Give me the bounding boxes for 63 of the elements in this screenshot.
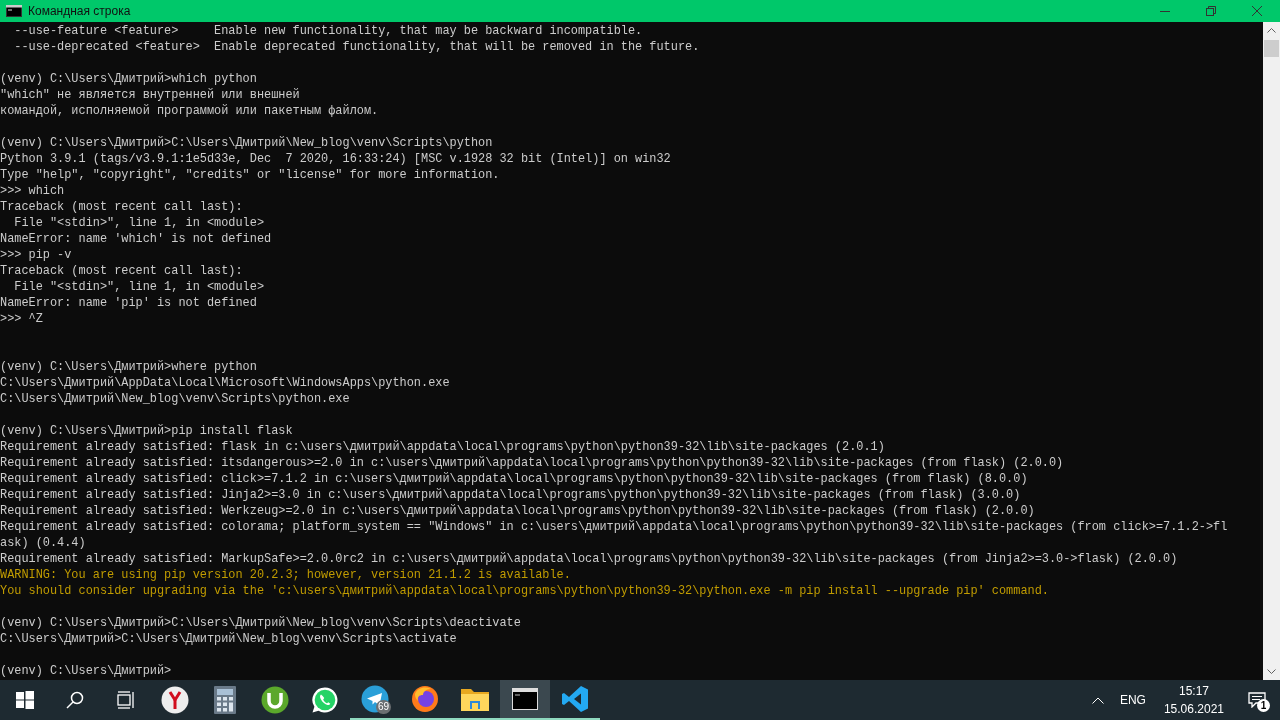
console-line: (venv) C:\Users\Дмитрий>C:\Users\Дмитрий\New_blog\venv\Scripts\python <box>0 135 493 151</box>
console-line: >>> ^Z <box>0 311 43 327</box>
console-line: Requirement already satisfied: click>=7.1.2 in c:\users\дмитрий\appdata\local\programs\python\python39-32\lib\site-packages (from flask) (8.0.0) <box>0 471 1028 487</box>
chevron-up-icon <box>1091 696 1104 704</box>
console-line: C:\Users\Дмитрий\AppData\Local\Microsoft\WindowsApps\python.exe <box>0 375 450 391</box>
folder-icon <box>461 687 489 711</box>
console-line: NameError: name 'pip' is not defined <box>0 295 257 311</box>
console-line: Requirement already satisfied: itsdangerous>=2.0 in c:\users\дмитрий\appdata\local\programs\python\python39-32\lib\site-packages (from flask) (2.0.0) <box>0 455 1064 471</box>
terminal-icon <box>512 688 538 710</box>
console-line: File "<stdin>", line 1, in <module> <box>13 215 264 231</box>
console-line: Requirement already satisfied: Jinja2>=3.0 in c:\users\дмитрий\appdata\local\programs\python\python39-32\lib\site-packages (from flask) (3.0.0) <box>0 487 1021 503</box>
console-line: --use-feature <feature> Enable new functionality, that may be backward incompatible. <box>13 23 643 39</box>
console-line: >>> which <box>0 183 65 199</box>
console-line: C:\Users\Дмитрий\New_blog\venv\Scripts\python.exe <box>0 391 350 407</box>
console-line: Requirement already satisfied: MarkupSafe>=2.0.0rc2 in c:\users\дмитрий\appdata\local\programs\python\python39-32\lib\site-packages (from Jinja2>=3.0->flask) (2.0.0) <box>0 551 1178 567</box>
minimize-icon <box>1160 10 1170 12</box>
console-line: Traceback (most recent call last): <box>0 263 243 279</box>
console-line: ask) (0.4.4) <box>0 535 86 551</box>
telegram-button[interactable]: 69 <box>350 680 400 720</box>
console-line: Type "help", "copyright", "credits" or "license" for more information. <box>0 167 500 183</box>
scrollbar-thumb[interactable] <box>1264 40 1279 57</box>
restore-icon <box>1206 6 1216 16</box>
console-line: Requirement already satisfied: flask in c:\users\дмитрий\appdata\local\programs\python\python39-32\lib\site-packages (2.0.1) <box>0 439 885 455</box>
language-indicator[interactable]: ENG <box>1111 680 1154 720</box>
console-line: Requirement already satisfied: colorama; platform_system == "Windows" in c:\users\дмитрий\appdata\local\programs\python\python39-32\lib\site-packages (from click>=7.1.2->fl <box>0 519 1228 535</box>
console-line: (venv) C:\Users\Дмитрий>C:\Users\Дмитрий\New_blog\venv\Scripts\deactivate <box>0 615 521 631</box>
notification-count-badge: 1 <box>1257 699 1270 712</box>
windows-logo-icon <box>16 691 34 709</box>
paper-plane-icon <box>361 685 389 713</box>
window-title: Командная строка <box>28 4 131 18</box>
chat-phone-icon <box>311 686 339 714</box>
console-line: File "<stdin>", line 1, in <module> <box>13 279 264 295</box>
console-line: (venv) C:\Users\Дмитрий>which python <box>0 71 257 87</box>
clock[interactable]: 15:17 15.06.2021 <box>1153 680 1234 720</box>
command-prompt-button[interactable] <box>500 680 550 720</box>
console-line: командой, исполняемой программой или пакетным файлом. <box>0 103 379 119</box>
chevron-up-icon <box>1267 28 1276 33</box>
search-icon <box>66 691 84 709</box>
task-view-icon <box>116 691 134 709</box>
console-line: Traceback (most recent call last): <box>0 199 243 215</box>
speech-bubble-icon <box>1248 692 1266 708</box>
console-line: (venv) C:\Users\Дмитрий> <box>0 663 172 679</box>
console-line: NameError: name 'which' is not defined <box>0 231 272 247</box>
console-line: Python 3.9.1 (tags/v3.9.1:1e5d33e, Dec 7 2020, 16:33:24) [MSC v.1928 32 bit (Intel)] on win32 <box>0 151 671 167</box>
warning-line: You should consider upgrading via the 'c:\users\дмитрий\appdata\local\programs\python\python39-32\python.exe -m pip install --upgrade pip' command. <box>0 583 1049 599</box>
yandex-browser-icon <box>161 686 189 714</box>
console-line: "which" не является внутренней или внешней <box>0 87 300 103</box>
console-line: (venv) C:\Users\Дмитрий>where python <box>0 359 257 375</box>
code-editor-icon <box>561 685 589 713</box>
notifications-button[interactable]: 1 <box>1234 680 1280 720</box>
unread-count-badge: 69 <box>376 700 392 714</box>
console-line: >>> pip -v <box>0 247 72 263</box>
console-line: --use-deprecated <feature> Enable deprecated functionality, that will be removed in the future. <box>13 39 700 55</box>
terminal-icon <box>6 5 22 17</box>
chevron-down-icon <box>1267 669 1276 674</box>
close-icon <box>1252 6 1262 16</box>
console-line: Requirement already satisfied: Werkzeug>=2.0 in c:\users\дмитрий\appdata\local\programs\python\python39-32\lib\site-packages (from flask) (2.0.0) <box>0 503 1035 519</box>
console-line: C:\Users\Дмитрий>C:\Users\Дмитрий\New_blog\venv\Scripts\activate <box>0 631 457 647</box>
utorrent-icon <box>261 686 289 714</box>
console-line: (venv) C:\Users\Дмитрий>pip install flask <box>0 423 293 439</box>
firefox-icon <box>411 685 439 713</box>
calculator-icon <box>214 686 236 714</box>
warning-line: WARNING: You are using pip version 20.2.3; however, version 21.1.2 is available. <box>0 567 571 583</box>
